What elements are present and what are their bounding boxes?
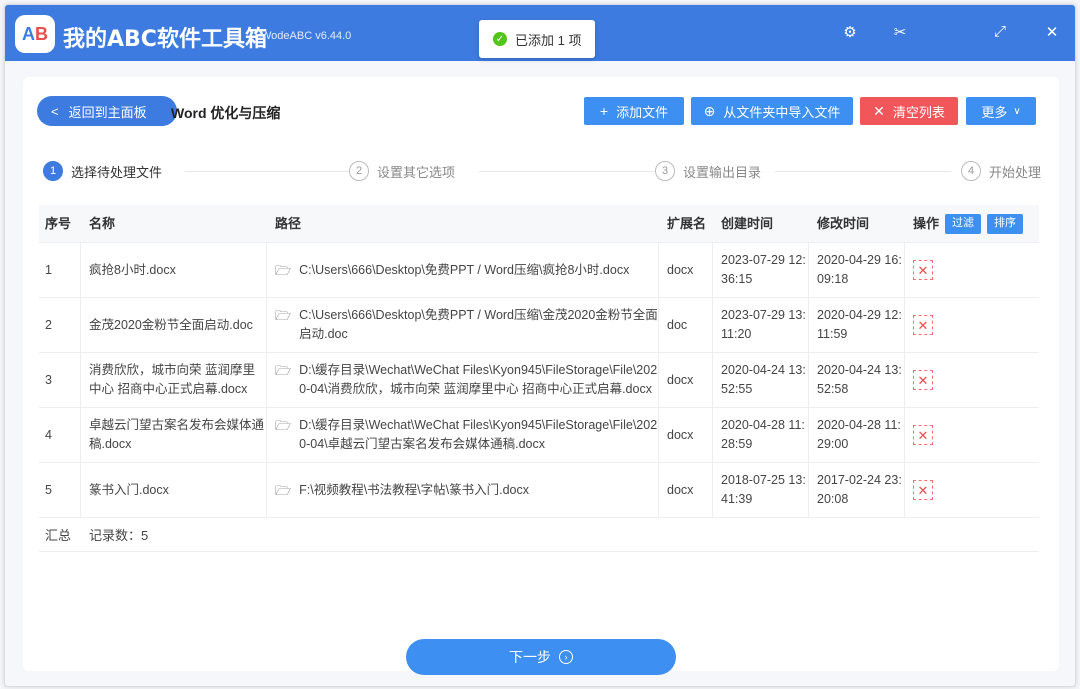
file-ext: docx <box>659 463 713 517</box>
file-name: 篆书入门.docx <box>81 463 267 517</box>
file-name: 卓越云门望古案名发布会媒体通稿.docx <box>81 408 267 462</box>
more-dropdown-button[interactable]: 更多 ∨ <box>966 97 1036 125</box>
file-ext: doc <box>659 298 713 352</box>
step-2[interactable]: 2 设置其它选项 <box>349 161 462 181</box>
arrow-right-circle-icon: › <box>559 650 573 664</box>
table-row[interactable]: 4 卓越云门望古案名发布会媒体通稿.docx 🗁 D:\缓存目录\Wechat\W… <box>39 408 1039 463</box>
folder-icon: 🗁 <box>275 363 292 378</box>
file-ext: docx <box>659 408 713 462</box>
plus-circle-icon: ⊕ <box>703 102 716 119</box>
row-actions: ✕ <box>905 353 1039 407</box>
file-ext: docx <box>659 353 713 407</box>
plus-icon: + <box>599 103 609 119</box>
modified-time: 2020-04-24 13:52:58 <box>809 353 905 407</box>
table-row[interactable]: 3 消费欣欣，城市向荣 蓝润摩里中心 招商中心正式启幕.docx 🗁 D:\缓存目… <box>39 353 1039 408</box>
folder-icon: 🗁 <box>275 418 292 433</box>
table-summary: 汇总 记录数：5 <box>39 518 1039 552</box>
folder-icon: 🗁 <box>275 262 292 278</box>
row-actions: ✕ <box>905 243 1039 297</box>
modified-time: 2020-04-28 11:29:00 <box>809 408 905 462</box>
main-panel: < 返回到主面板 Word 优化与压缩 + 添加文件 ⊕ 从文件夹中导入文件 ✕ 清空… <box>23 77 1059 675</box>
back-to-main-button[interactable]: < 返回到主面板 <box>37 96 177 126</box>
table-row[interactable]: 1 疯抢8小时.docx 🗁 C:\Users\666\Desktop\免费PPT… <box>39 243 1039 298</box>
file-name: 消费欣欣，城市向荣 蓝润摩里中心 招商中心正式启幕.docx <box>81 353 267 407</box>
scissors-icon[interactable]: ✂ <box>890 23 910 41</box>
row-index: 1 <box>39 243 81 297</box>
app-logo: AB <box>15 15 55 53</box>
created-time: 2023-07-29 13:11:20 <box>713 298 809 352</box>
app-version: WodeABC v6.44.0 <box>261 30 352 42</box>
row-index: 4 <box>39 408 81 462</box>
folder-icon: 🗁 <box>275 308 292 323</box>
folder-icon: 🗁 <box>275 482 292 498</box>
delete-row-icon[interactable]: ✕ <box>913 425 933 445</box>
delete-row-icon[interactable]: ✕ <box>913 260 933 280</box>
sort-button[interactable]: 排序 <box>987 213 1024 234</box>
row-index: 3 <box>39 353 81 407</box>
created-time: 2018-07-25 13:41:39 <box>713 463 809 517</box>
table-header: 序号 名称 路径 扩展名 创建时间 修改时间 操作 过滤 排序 <box>39 205 1039 243</box>
file-path: 🗁 C:\Users\666\Desktop\免费PPT / Word压缩\疯抢8… <box>267 243 659 297</box>
file-name: 疯抢8小时.docx <box>81 243 267 297</box>
maximize-icon[interactable]: ⤢ <box>990 23 1010 40</box>
table-row[interactable]: 5 篆书入门.docx 🗁 F:\视频教程\书法教程\字帖\篆书入门.docx d… <box>39 463 1039 518</box>
summary-label: 汇总 <box>45 528 72 543</box>
page-title: Word 优化与压缩 <box>171 105 281 121</box>
step-4[interactable]: 4 开始处理 <box>961 161 1047 181</box>
file-path: 🗁 F:\视频教程\书法教程\字帖\篆书入门.docx <box>267 463 659 517</box>
filter-button[interactable]: 过滤 <box>945 213 982 234</box>
col-header-created[interactable]: 创建时间 <box>713 205 809 242</box>
created-time: 2023-07-29 12:36:15 <box>713 243 809 297</box>
chevron-down-icon: ∨ <box>1013 105 1021 117</box>
col-header-ext[interactable]: 扩展名 <box>659 205 713 242</box>
app-window: AB 我的ABC软件工具箱 WodeABC v6.44.0 ✓ 已添加 1 项 … <box>4 4 1076 687</box>
file-path: 🗁 D:\缓存目录\Wechat\WeChat Files\Kyon945\Fil… <box>267 353 659 407</box>
file-path: 🗁 C:\Users\666\Desktop\免费PPT / Word压缩\金茂2… <box>267 298 659 352</box>
table-row[interactable]: 2 金茂2020金粉节全面启动.doc 🗁 C:\Users\666\Deskto… <box>39 298 1039 353</box>
x-icon: ✕ <box>873 102 885 119</box>
step-divider <box>185 171 355 172</box>
file-name: 金茂2020金粉节全面启动.doc <box>81 298 267 352</box>
row-actions: ✕ <box>905 298 1039 352</box>
col-header-op: 操作 过滤 排序 <box>905 205 1039 242</box>
col-header-idx: 序号 <box>45 216 72 231</box>
add-file-button[interactable]: + 添加文件 <box>584 97 684 125</box>
col-header-modified[interactable]: 修改时间 <box>809 205 905 242</box>
row-index: 5 <box>39 463 81 517</box>
step-3[interactable]: 3 设置输出目录 <box>655 161 768 181</box>
modified-time: 2020-04-29 12:11:59 <box>809 298 905 352</box>
app-title: 我的ABC软件工具箱 <box>63 27 267 52</box>
modified-time: 2017-02-24 23:20:08 <box>809 463 905 517</box>
chevron-left-icon: < <box>51 103 59 119</box>
step-1[interactable]: 1 选择待处理文件 <box>43 161 169 181</box>
next-step-button[interactable]: 下一步 › <box>406 639 676 675</box>
created-time: 2020-04-28 11:28:59 <box>713 408 809 462</box>
toast-notification: ✓ 已添加 1 项 <box>479 20 595 58</box>
col-header-name[interactable]: 名称 <box>81 205 267 242</box>
step-divider <box>775 171 951 172</box>
check-circle-icon: ✓ <box>493 32 507 46</box>
row-actions: ✕ <box>905 463 1039 517</box>
title-bar: AB 我的ABC软件工具箱 WodeABC v6.44.0 ✓ 已添加 1 项 … <box>5 5 1075 61</box>
delete-row-icon[interactable]: ✕ <box>913 370 933 390</box>
created-time: 2020-04-24 13:52:55 <box>713 353 809 407</box>
steps-bar: 1 选择待处理文件 2 设置其它选项 3 设置输出目录 4 开始处理 <box>37 161 1047 183</box>
delete-row-icon[interactable]: ✕ <box>913 480 933 500</box>
close-icon[interactable]: ✕ <box>1042 23 1062 41</box>
file-path: 🗁 D:\缓存目录\Wechat\WeChat Files\Kyon945\Fil… <box>267 408 659 462</box>
record-count: 记录数：5 <box>89 528 149 543</box>
step-divider <box>479 171 659 172</box>
import-folder-button[interactable]: ⊕ 从文件夹中导入文件 <box>691 97 853 125</box>
clear-list-button[interactable]: ✕ 清空列表 <box>860 97 958 125</box>
toast-text: 已添加 1 项 <box>515 32 582 48</box>
delete-row-icon[interactable]: ✕ <box>913 315 933 335</box>
row-index: 2 <box>39 298 81 352</box>
file-ext: docx <box>659 243 713 297</box>
gear-icon[interactable]: ⚙ <box>840 23 860 41</box>
row-actions: ✕ <box>905 408 1039 462</box>
col-header-path[interactable]: 路径 <box>267 205 659 242</box>
modified-time: 2020-04-29 16:09:18 <box>809 243 905 297</box>
file-table: 序号 名称 路径 扩展名 创建时间 修改时间 操作 过滤 排序 1 疯抢8小时.… <box>39 205 1039 552</box>
